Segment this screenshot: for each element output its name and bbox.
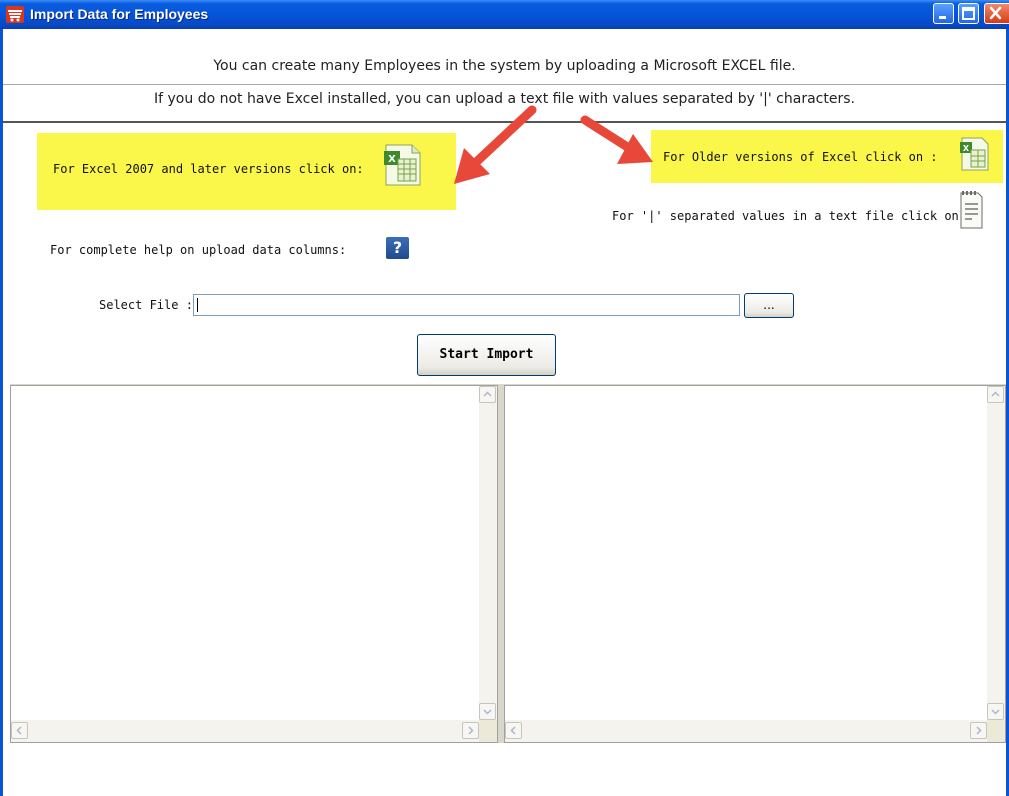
info-line-1: You can create many Employees in the sys… (213, 58, 796, 74)
arrow-down-left-icon (454, 105, 537, 184)
file-path-input[interactable] (193, 294, 740, 316)
cart-icon (6, 6, 24, 23)
left-scroll-up-button[interactable] (479, 386, 496, 403)
older-excel-label: For Older versions of Excel click on : (663, 150, 938, 164)
maximize-button[interactable] (958, 3, 979, 24)
browse-button[interactable]: ... (744, 293, 794, 318)
right-scroll-corner (987, 720, 1005, 742)
text-file-icon[interactable] (958, 190, 984, 230)
info-divider (3, 84, 1006, 85)
title-bar[interactable]: Import Data for Employees (0, 0, 1009, 29)
minimize-button[interactable] (933, 3, 954, 24)
svg-text:X: X (963, 144, 970, 153)
left-scroll-down-button[interactable] (479, 703, 496, 720)
import-window: Import Data for Employees You can create… (0, 0, 1009, 796)
window-title: Import Data for Employees (30, 6, 209, 22)
text-caret (197, 298, 198, 312)
svg-text:X: X (388, 154, 396, 165)
right-scroll-up-button[interactable] (987, 386, 1004, 403)
text-file-label: For '|' separated values in a text file … (612, 209, 974, 223)
select-file-label: Select File : (99, 298, 193, 312)
excel2007-label: For Excel 2007 and later versions click … (53, 162, 364, 176)
left-scroll-corner (479, 720, 497, 742)
start-import-button[interactable]: Start Import (417, 334, 556, 376)
help-label: For complete help on upload data columns… (50, 243, 347, 257)
left-log-panel[interactable] (10, 385, 498, 743)
left-scroll-right-button[interactable] (462, 722, 479, 739)
help-icon[interactable]: ? (386, 237, 409, 259)
right-vertical-scrollbar[interactable] (987, 386, 1005, 720)
left-horizontal-scrollbar[interactable] (11, 720, 479, 742)
right-horizontal-scrollbar[interactable] (505, 720, 987, 742)
right-log-panel[interactable] (504, 385, 1006, 743)
arrow-down-right-icon (580, 115, 653, 164)
close-button[interactable] (984, 3, 1009, 24)
left-scroll-left-button[interactable] (11, 722, 28, 739)
window-frame-left (0, 29, 3, 796)
left-vertical-scrollbar[interactable] (479, 386, 497, 720)
right-scroll-down-button[interactable] (987, 703, 1004, 720)
excel-xls-icon[interactable]: X (958, 136, 990, 172)
right-scroll-left-button[interactable] (505, 722, 522, 739)
right-scroll-right-button[interactable] (970, 722, 987, 739)
excel-xlsx-icon[interactable]: X (382, 143, 422, 187)
